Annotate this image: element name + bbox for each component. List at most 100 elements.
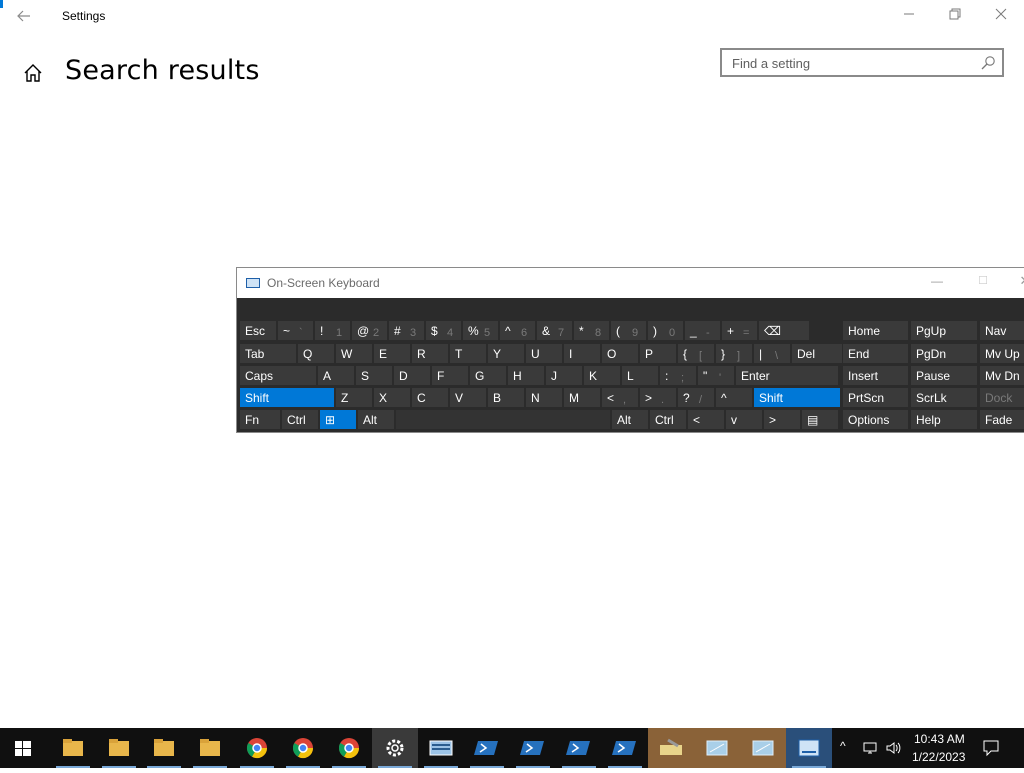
osk-nav-key[interactable]: PgDn [910,343,978,364]
osk-key[interactable]: L [621,365,659,386]
clock-date[interactable]: 1/22/2023 [912,750,965,764]
osk-key[interactable]: U [525,343,563,364]
osk-key[interactable]: F [431,365,469,386]
osk-key[interactable]: D [393,365,431,386]
osk-key[interactable]: Ctrl [649,409,687,430]
osk-key[interactable]: Alt [357,409,395,430]
osk-key[interactable]: >. [639,387,677,408]
osk-key[interactable] [395,409,611,430]
osk-key[interactable]: T [449,343,487,364]
search-icon[interactable] [980,55,996,71]
chrome-icon[interactable] [326,728,372,768]
osk-key[interactable]: Tab [239,343,297,364]
osk-key[interactable]: Fn [239,409,281,430]
osk-key[interactable]: C [411,387,449,408]
osk-key[interactable]: > [763,409,801,430]
osk-key[interactable]: @2 [351,320,388,341]
osk-key[interactable]: ▤ [801,409,839,430]
file-explorer-icon[interactable] [187,728,233,768]
osk-key[interactable]: S [355,365,393,386]
close-button[interactable] [978,0,1024,32]
remote-desktop-icon[interactable] [694,728,740,768]
osk-nav-key[interactable]: Home [842,320,909,341]
osk-minimize-button[interactable]: — [927,274,947,288]
osk-key[interactable]: R [411,343,449,364]
osk-key[interactable]: $4 [425,320,462,341]
file-explorer-icon[interactable] [50,728,96,768]
file-explorer-icon[interactable] [141,728,187,768]
osk-key[interactable]: Alt [611,409,649,430]
osk-key[interactable]: Shift [239,387,335,408]
osk-nav-key[interactable]: Options [842,409,909,430]
osk-key[interactable]: <, [601,387,639,408]
notification-icon[interactable] [982,739,1000,762]
osk-nav-key[interactable]: PrtScn [842,387,909,408]
osk-key[interactable]: Y [487,343,525,364]
minimize-button[interactable] [886,0,932,32]
osk-key[interactable]: V [449,387,487,408]
osk-key[interactable]: + = [721,320,758,341]
osk-key[interactable]: Enter [735,365,839,386]
osk-key[interactable]: * 8 [573,320,610,341]
volume-icon[interactable] [885,740,901,761]
osk-key[interactable]: ? / [677,387,715,408]
chrome-icon[interactable] [280,728,326,768]
osk-key[interactable]: < [687,409,725,430]
osk-key[interactable]: :; [659,365,697,386]
osk-key[interactable]: Shift [753,387,841,408]
osk-key[interactable]: B [487,387,525,408]
osk-key[interactable]: A [317,365,355,386]
osk-key[interactable]: ^ [715,387,753,408]
osk-key[interactable]: N [525,387,563,408]
osk-key[interactable]: O [601,343,639,364]
osk-key[interactable]: Q [297,343,335,364]
keyboard-app-icon[interactable] [418,728,464,768]
osk-key[interactable]: % 5 [462,320,499,341]
osk-key[interactable]: v [725,409,763,430]
settings-gear-icon[interactable] [372,728,418,768]
osk-key[interactable]: _ - [684,320,721,341]
osk-nav-key[interactable]: Pause [910,365,978,386]
restore-button[interactable] [932,0,978,32]
tray-chevron[interactable]: ^ [840,739,846,753]
on-screen-keyboard-window[interactable]: On-Screen Keyboard — ☐ ✕ Esc~`!1@2#3$4%5… [236,267,1024,433]
osk-nav-key[interactable]: Nav [979,320,1024,341]
osk-key[interactable]: P [639,343,677,364]
osk-key[interactable]: " ' [697,365,735,386]
osk-titlebar[interactable]: On-Screen Keyboard — ☐ ✕ [237,268,1024,298]
on-screen-keyboard-icon[interactable] [786,728,832,768]
osk-key[interactable]: H [507,365,545,386]
osk-key[interactable]: ⊞ [319,409,357,430]
osk-key[interactable]: #3 [388,320,425,341]
clock-time[interactable]: 10:43 AM [914,732,965,746]
osk-key[interactable]: M [563,387,601,408]
osk-nav-key[interactable]: Mv Up [979,343,1024,364]
windows-start-icon[interactable] [0,728,46,768]
search-input[interactable] [732,54,972,72]
osk-key[interactable]: Ctrl [281,409,319,430]
osk-key[interactable]: J [545,365,583,386]
osk-nav-key[interactable]: Fade [979,409,1024,430]
osk-key[interactable]: (9 [610,320,647,341]
osk-key[interactable]: ) 0 [647,320,684,341]
osk-key[interactable]: ⌫ [758,320,810,341]
osk-key[interactable]: Z [335,387,373,408]
osk-key[interactable]: G [469,365,507,386]
osk-key[interactable]: | \ [753,343,791,364]
osk-nav-key[interactable]: PgUp [910,320,978,341]
home-icon[interactable] [22,62,46,86]
osk-key[interactable]: X [373,387,411,408]
powershell-icon[interactable] [556,728,602,768]
search-box[interactable] [720,48,1004,77]
osk-nav-key[interactable]: Mv Dn [979,365,1024,386]
osk-key[interactable]: ! 1 [314,320,351,341]
osk-nav-key[interactable]: Insert [842,365,909,386]
osk-close-button[interactable]: ✕ [1015,273,1024,289]
osk-key[interactable]: ^ 6 [499,320,536,341]
osk-key[interactable]: Caps [239,365,317,386]
powershell-icon[interactable] [464,728,510,768]
osk-key[interactable]: & 7 [536,320,573,341]
tool-icon[interactable] [648,728,694,768]
osk-key[interactable]: K [583,365,621,386]
osk-key[interactable]: Del [791,343,843,364]
